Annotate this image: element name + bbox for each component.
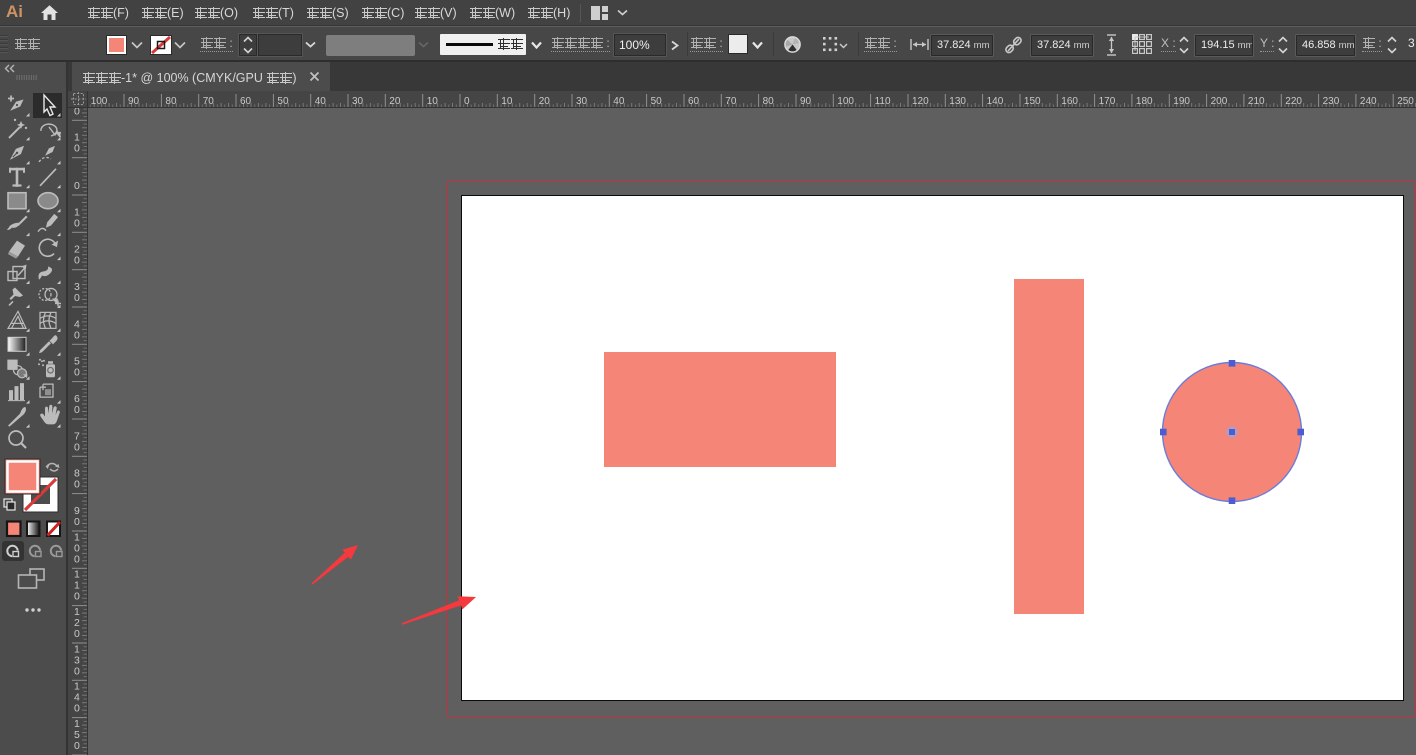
svg-text:0: 0 [74, 329, 80, 341]
svg-text:0: 0 [74, 217, 80, 229]
svg-text:50: 50 [277, 96, 289, 107]
svg-text:70: 70 [203, 96, 215, 107]
svg-text:40: 40 [613, 96, 625, 107]
svg-text:190: 190 [1173, 96, 1190, 107]
svg-text:160: 160 [1061, 96, 1078, 107]
svg-text:170: 170 [1099, 96, 1116, 107]
svg-text:240: 240 [1360, 96, 1377, 107]
svg-text:250: 250 [1397, 96, 1414, 107]
svg-text:20: 20 [389, 96, 401, 107]
svg-text:0: 0 [74, 703, 80, 715]
svg-text:80: 80 [763, 96, 775, 107]
svg-text:0: 0 [74, 516, 80, 528]
svg-text:0: 0 [74, 180, 80, 192]
svg-text:0: 0 [74, 665, 80, 677]
svg-text:120: 120 [912, 96, 929, 107]
svg-text:60: 60 [688, 96, 700, 107]
svg-text:0: 0 [74, 441, 80, 453]
svg-text:210: 210 [1248, 96, 1265, 107]
svg-text:140: 140 [987, 96, 1004, 107]
svg-text:0: 0 [74, 628, 80, 640]
svg-text:40: 40 [315, 96, 327, 107]
svg-text:30: 30 [576, 96, 588, 107]
svg-text:10: 10 [501, 96, 513, 107]
svg-text:150: 150 [1024, 96, 1041, 107]
svg-text:0: 0 [74, 255, 80, 267]
svg-text:100: 100 [837, 96, 854, 107]
svg-text:0: 0 [74, 292, 80, 304]
svg-text:0: 0 [74, 591, 80, 603]
svg-text:70: 70 [725, 96, 737, 107]
svg-text:0: 0 [74, 108, 80, 117]
svg-text:130: 130 [949, 96, 966, 107]
svg-text:10: 10 [427, 96, 439, 107]
svg-text:90: 90 [800, 96, 812, 107]
svg-text:0: 0 [74, 479, 80, 491]
svg-text:0: 0 [464, 96, 470, 107]
svg-text:230: 230 [1323, 96, 1340, 107]
svg-text:0: 0 [74, 740, 80, 752]
svg-text:0: 0 [74, 553, 80, 565]
svg-text:80: 80 [165, 96, 177, 107]
svg-text:110: 110 [875, 96, 891, 107]
svg-text:0: 0 [74, 404, 80, 416]
svg-text:0: 0 [74, 367, 80, 379]
svg-text:90: 90 [128, 96, 140, 107]
svg-text:30: 30 [352, 96, 364, 107]
svg-text:200: 200 [1211, 96, 1228, 107]
svg-text:0: 0 [74, 143, 80, 155]
svg-text:60: 60 [240, 96, 252, 107]
svg-text:100: 100 [91, 96, 108, 107]
svg-text:50: 50 [651, 96, 663, 107]
svg-text:220: 220 [1285, 96, 1302, 107]
svg-text:20: 20 [539, 96, 551, 107]
svg-text:180: 180 [1136, 96, 1153, 107]
